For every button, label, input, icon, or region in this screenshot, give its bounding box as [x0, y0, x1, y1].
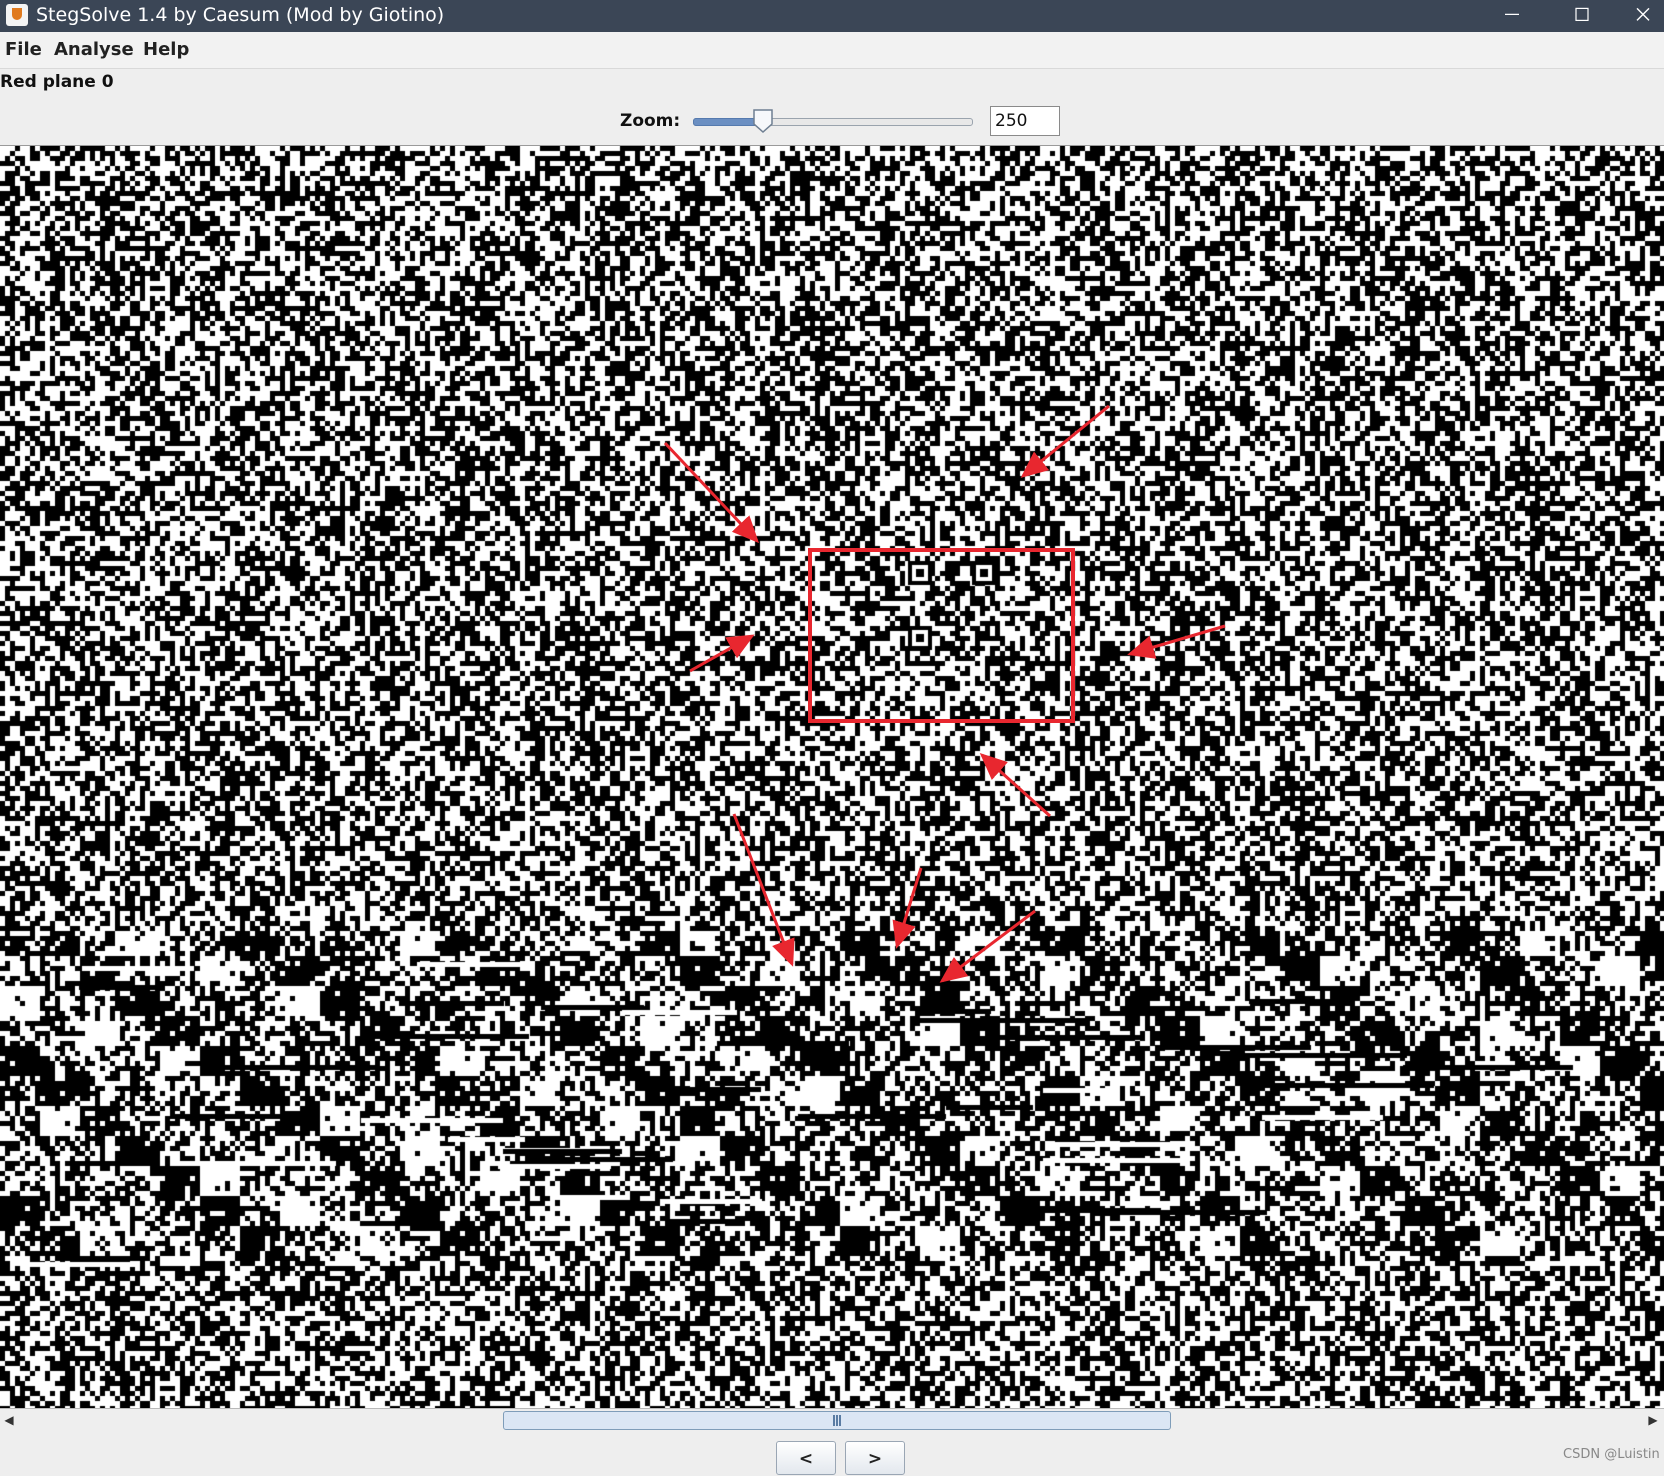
horizontal-scrollbar[interactable]: ◀ ▶: [0, 1408, 1664, 1431]
arrow-annotation: [939, 909, 1036, 983]
window-title: StegSolve 1.4 by Caesum (Mod by Giotino): [36, 4, 445, 26]
arrow-annotation: [1127, 624, 1226, 659]
close-icon: [1636, 7, 1650, 21]
maximize-button[interactable]: [1552, 0, 1612, 32]
menu-analyse[interactable]: Analyse: [54, 39, 134, 60]
arrow-annotation: [689, 634, 755, 673]
annotation-overlay: [663, 404, 1226, 983]
image-viewport[interactable]: [0, 145, 1664, 1409]
grip-icon: [833, 1415, 841, 1426]
highlight-rectangle: [808, 548, 1075, 723]
arrow-annotation: [892, 867, 923, 949]
arrow-annotation: [732, 813, 795, 967]
watermark: CSDN @Luistin: [1563, 1447, 1660, 1462]
close-button[interactable]: [1622, 0, 1664, 32]
plane-label: Red plane 0: [0, 72, 114, 92]
minimize-icon: [1505, 13, 1519, 15]
menu-help[interactable]: Help: [143, 39, 189, 60]
minimize-button[interactable]: [1482, 0, 1542, 32]
zoom-slider[interactable]: [693, 108, 973, 134]
arrow-annotation: [979, 752, 1052, 818]
zoom-input[interactable]: 250: [990, 106, 1060, 136]
title-bar: StegSolve 1.4 by Caesum (Mod by Giotino): [0, 0, 1664, 32]
maximize-icon: [1575, 7, 1589, 21]
menu-bar: File Analyse Help: [0, 32, 1664, 69]
menu-file[interactable]: File: [5, 39, 42, 60]
scroll-left-arrow-icon[interactable]: ◀: [0, 1411, 18, 1429]
arrow-annotation: [663, 441, 760, 544]
java-coffee-icon: [6, 4, 28, 26]
slider-thumb[interactable]: [752, 108, 774, 134]
zoom-label: Zoom:: [620, 111, 681, 131]
scrollbar-thumb[interactable]: [503, 1411, 1171, 1430]
scroll-right-arrow-icon[interactable]: ▶: [1644, 1411, 1662, 1429]
arrow-annotation: [1020, 404, 1110, 478]
